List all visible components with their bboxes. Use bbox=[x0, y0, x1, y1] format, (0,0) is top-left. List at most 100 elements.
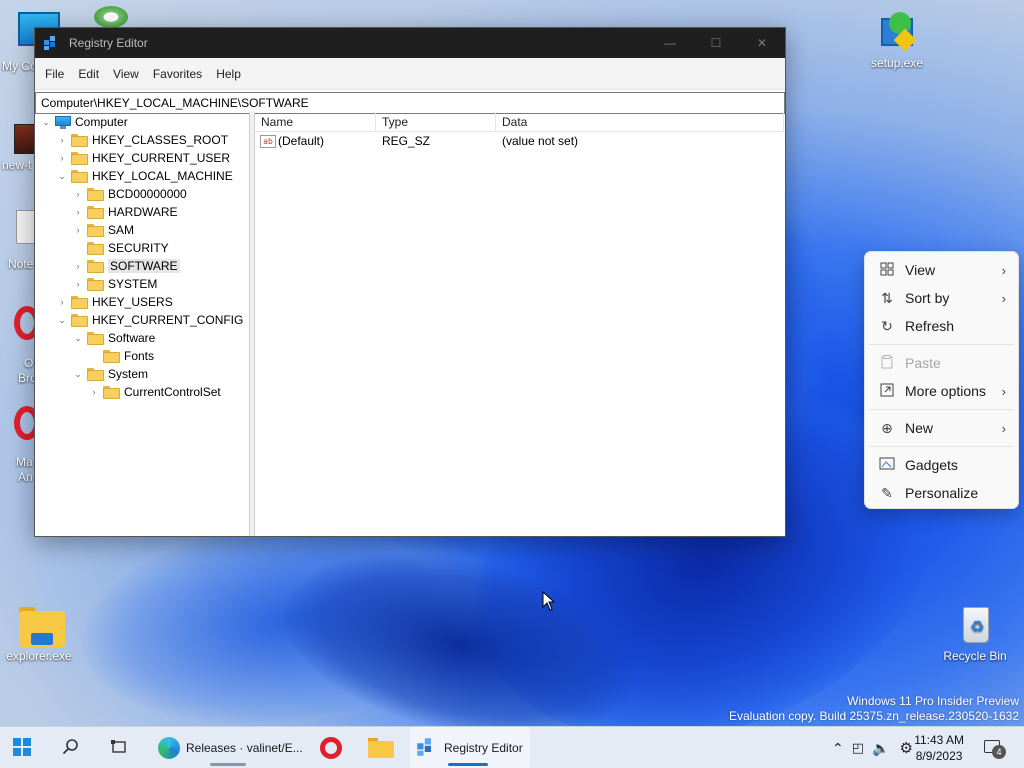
edge-icon bbox=[158, 737, 180, 759]
menu-item-new[interactable]: ⊕ New › bbox=[865, 414, 1018, 442]
task-view-button[interactable] bbox=[110, 727, 128, 768]
chevron-down-icon[interactable]: ⌄ bbox=[39, 113, 53, 131]
registry-editor-icon bbox=[416, 737, 436, 760]
tree-node-cc-software[interactable]: ⌄ Software bbox=[71, 329, 155, 347]
menu-file[interactable]: File bbox=[38, 67, 71, 81]
folder-icon bbox=[87, 187, 104, 201]
tree-node-hkcr[interactable]: › HKEY_CLASSES_ROOT bbox=[55, 131, 229, 149]
search-button[interactable] bbox=[62, 727, 80, 768]
chevron-right-icon[interactable]: › bbox=[87, 383, 101, 401]
network-icon[interactable]: ◰ bbox=[852, 740, 864, 756]
column-header-type[interactable]: Type bbox=[376, 112, 496, 132]
settings-gear-icon[interactable]: ⚙ bbox=[899, 739, 912, 757]
tree-node-software-selected[interactable]: › SOFTWARE bbox=[71, 257, 180, 275]
menu-item-view[interactable]: View › bbox=[865, 256, 1018, 284]
refresh-icon: ↻ bbox=[881, 317, 893, 334]
value-type: REG_SZ bbox=[382, 134, 431, 148]
value-name: (Default) bbox=[278, 134, 325, 148]
taskbar-app-edge[interactable]: Releases · valinet/E... bbox=[150, 727, 305, 768]
menu-item-refresh[interactable]: ↻ Refresh bbox=[865, 312, 1018, 340]
tree-node-current-control-set[interactable]: › CurrentControlSet bbox=[87, 383, 221, 401]
value-row[interactable]: ab (Default) REG_SZ (value not set) bbox=[255, 132, 785, 150]
chevron-right-icon[interactable]: › bbox=[55, 149, 69, 167]
chevron-right-icon[interactable]: › bbox=[71, 221, 85, 239]
desktop-icon-setup[interactable]: setup.exe bbox=[860, 10, 934, 70]
registry-tree: ⌄ Computer › HKEY_CLASSES_ROOT › HKEY_CU… bbox=[35, 112, 250, 536]
chevron-down-icon[interactable]: ⌄ bbox=[71, 365, 85, 383]
close-button[interactable]: ✕ bbox=[739, 28, 785, 58]
tree-node-security[interactable]: SECURITY bbox=[71, 239, 169, 257]
chevron-right-icon[interactable]: › bbox=[71, 203, 85, 221]
desktop-icon-app[interactable] bbox=[94, 6, 128, 28]
tree-node-hklm[interactable]: ⌄ HKEY_LOCAL_MACHINE bbox=[55, 167, 233, 185]
menu-item-sort-by[interactable]: ⇅ Sort by › bbox=[865, 284, 1018, 312]
taskbar-app-opera[interactable] bbox=[320, 727, 342, 768]
menu-item-paste[interactable]: Paste bbox=[865, 349, 1018, 377]
menu-edit[interactable]: Edit bbox=[71, 67, 106, 81]
column-header-data[interactable]: Data bbox=[496, 112, 784, 132]
menu-item-more-options[interactable]: More options › bbox=[865, 377, 1018, 405]
chevron-down-icon[interactable]: ⌄ bbox=[71, 329, 85, 347]
tree-node-hku[interactable]: › HKEY_USERS bbox=[55, 293, 173, 311]
tree-node-bcd[interactable]: › BCD00000000 bbox=[71, 185, 187, 203]
tree-node-cc-system[interactable]: ⌄ System bbox=[71, 365, 148, 383]
tree-node-hkcu[interactable]: › HKEY_CURRENT_USER bbox=[55, 149, 231, 167]
watermark-build: Evaluation copy. Build 25375.zn_release.… bbox=[729, 709, 1019, 723]
chevron-right-icon[interactable]: › bbox=[55, 131, 69, 149]
personalize-icon: ✎ bbox=[881, 484, 893, 501]
desktop-icon-label: Ma bbox=[16, 455, 33, 469]
chevron-right-icon[interactable]: › bbox=[71, 275, 85, 293]
chevron-right-icon: › bbox=[1001, 420, 1006, 436]
menu-item-personalize[interactable]: ✎ Personalize bbox=[865, 479, 1018, 507]
folder-icon bbox=[87, 277, 104, 291]
installer-icon bbox=[875, 10, 919, 54]
tree-node-hardware[interactable]: › HARDWARE bbox=[71, 203, 178, 221]
start-button[interactable] bbox=[12, 727, 32, 768]
title-bar[interactable]: Registry Editor — ☐ ✕ bbox=[35, 28, 785, 58]
view-grid-icon bbox=[877, 262, 897, 279]
clock[interactable]: 11:43 AM 8/9/2023 bbox=[914, 732, 964, 764]
paste-icon bbox=[877, 354, 897, 372]
registry-editor-window[interactable]: Registry Editor — ☐ ✕ File Edit View Fav… bbox=[34, 27, 786, 537]
tree-node-system[interactable]: › SYSTEM bbox=[71, 275, 158, 293]
tree-node-fonts[interactable]: Fonts bbox=[87, 347, 154, 365]
menu-help[interactable]: Help bbox=[209, 67, 248, 81]
chevron-right-icon[interactable]: › bbox=[55, 293, 69, 311]
menu-bar: File Edit View Favorites Help bbox=[35, 58, 785, 90]
taskbar-app-file-explorer[interactable] bbox=[368, 727, 394, 768]
chevron-right-icon: › bbox=[1001, 262, 1006, 278]
column-header-name[interactable]: Name bbox=[255, 112, 376, 132]
taskbar-app-registry-editor[interactable]: Registry Editor bbox=[410, 727, 530, 768]
notification-button[interactable]: 4 bbox=[984, 727, 1006, 768]
volume-icon[interactable]: 🔈 bbox=[872, 740, 889, 757]
watermark-edition: Windows 11 Pro Insider Preview bbox=[847, 694, 1019, 708]
desktop-icon-label: new-t bbox=[2, 158, 32, 172]
folder-icon bbox=[87, 205, 104, 219]
menu-item-gadgets[interactable]: Gadgets bbox=[865, 451, 1018, 479]
minimize-button[interactable]: — bbox=[647, 28, 693, 58]
taskbar: Releases · valinet/E... Registry Editor … bbox=[0, 726, 1024, 768]
desktop-icon-explorer[interactable]: explorer.exe bbox=[2, 603, 76, 663]
chevron-down-icon[interactable]: ⌄ bbox=[55, 311, 69, 329]
tree-node-hkcc[interactable]: ⌄ HKEY_CURRENT_CONFIG bbox=[55, 311, 243, 329]
mouse-cursor bbox=[542, 590, 556, 614]
search-icon bbox=[62, 738, 80, 759]
chevron-down-icon[interactable]: ⌄ bbox=[55, 167, 69, 185]
address-bar[interactable]: Computer\HKEY_LOCAL_MACHINE\SOFTWARE bbox=[35, 92, 785, 114]
menu-view[interactable]: View bbox=[106, 67, 146, 81]
maximize-button[interactable]: ☐ bbox=[693, 28, 739, 58]
folder-icon bbox=[17, 603, 65, 647]
tree-node-computer[interactable]: ⌄ Computer bbox=[39, 113, 127, 131]
active-indicator bbox=[448, 763, 488, 766]
chevron-right-icon[interactable]: › bbox=[71, 257, 85, 275]
opera-icon bbox=[320, 737, 342, 759]
menu-favorites[interactable]: Favorites bbox=[146, 67, 209, 81]
values-list: Name Type Data ab (Default) REG_SZ (valu… bbox=[255, 112, 785, 536]
tree-node-sam[interactable]: › SAM bbox=[71, 221, 135, 239]
desktop-icon-recycle-bin[interactable]: ♻ Recycle Bin bbox=[938, 603, 1012, 663]
chevron-right-icon: › bbox=[1001, 383, 1006, 399]
more-options-icon bbox=[877, 383, 897, 400]
chevron-up-icon[interactable]: ⌃ bbox=[832, 740, 844, 757]
chevron-right-icon[interactable]: › bbox=[71, 185, 85, 203]
system-tray: ⌃ ◰ 🔈 ⚙ bbox=[832, 727, 913, 768]
